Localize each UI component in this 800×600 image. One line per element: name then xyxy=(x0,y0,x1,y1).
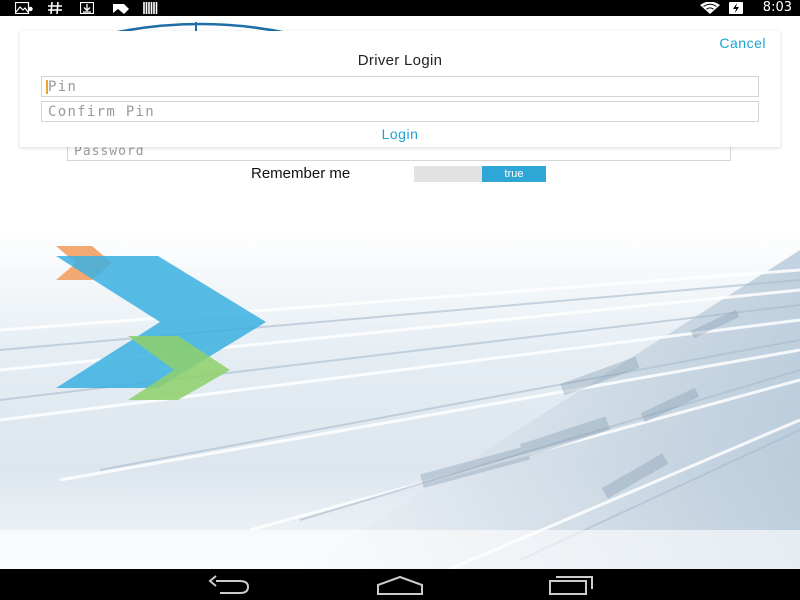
wifi-icon xyxy=(700,2,720,14)
dialog-title: Driver Login xyxy=(357,52,443,69)
hero-image xyxy=(0,230,800,569)
hash-icon xyxy=(48,2,62,14)
recents-icon[interactable] xyxy=(548,574,594,596)
pin-field[interactable]: Pin xyxy=(41,76,759,97)
app-area: Password Remember me true Cancel Driver … xyxy=(0,16,800,569)
gallery-icon xyxy=(15,2,33,14)
barcode-icon xyxy=(143,2,158,14)
confirm-pin-field[interactable]: Confirm Pin xyxy=(41,101,759,122)
cancel-button[interactable]: Cancel xyxy=(719,35,766,51)
nfc-icon xyxy=(113,4,129,14)
driver-login-dialog: Cancel Driver Login Pin Confirm Pin Logi… xyxy=(20,31,780,147)
toggle-state: true xyxy=(482,166,546,182)
confirm-pin-placeholder: Confirm Pin xyxy=(48,104,156,120)
remember-me-toggle[interactable]: true xyxy=(414,166,546,182)
back-icon[interactable] xyxy=(206,574,252,596)
battery-charging-icon xyxy=(729,2,743,14)
remember-me-label: Remember me xyxy=(251,165,351,182)
status-time: 8:03 xyxy=(762,0,792,15)
download-icon xyxy=(80,2,94,14)
login-button[interactable]: Login xyxy=(20,126,780,142)
navigation-bar xyxy=(0,569,800,600)
status-bar: 8:03 xyxy=(0,0,800,16)
home-icon[interactable] xyxy=(376,574,424,596)
pin-placeholder: Pin xyxy=(48,79,78,95)
